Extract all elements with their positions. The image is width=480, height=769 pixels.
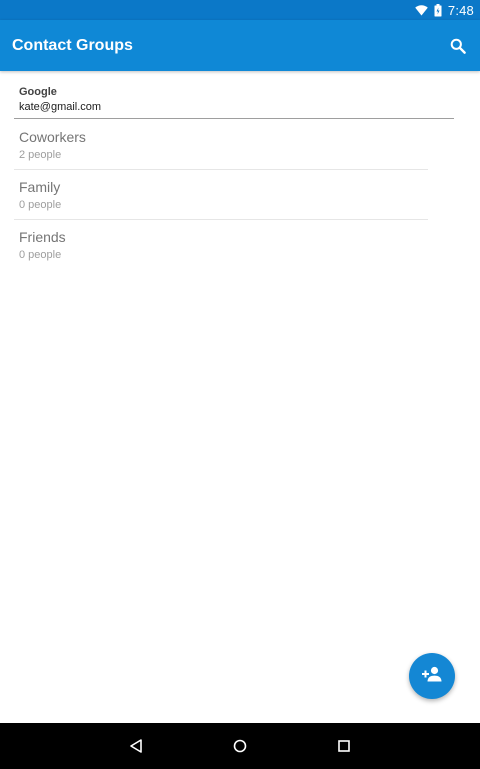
group-count: 2 people bbox=[19, 149, 62, 161]
account-type: Google bbox=[19, 86, 57, 98]
account-email: kate@gmail.com bbox=[19, 101, 102, 113]
group-count: 0 people bbox=[19, 249, 62, 261]
wifi-icon bbox=[415, 4, 428, 16]
group-count: 0 people bbox=[19, 199, 62, 211]
status-bar: 7:48 bbox=[0, 0, 480, 20]
battery-icon bbox=[434, 3, 442, 17]
group-name: Coworkers bbox=[19, 129, 86, 145]
group-name: Friends bbox=[19, 229, 66, 245]
account-header: Google kate@gmail.com bbox=[14, 85, 454, 119]
navigation-bar bbox=[0, 723, 480, 769]
group-item-family[interactable]: Family 0 people bbox=[14, 170, 428, 220]
add-person-icon bbox=[421, 666, 443, 687]
group-item-friends[interactable]: Friends 0 people bbox=[14, 220, 428, 270]
group-list: Coworkers 2 people Family 0 people Frien… bbox=[14, 120, 428, 270]
status-time: 7:48 bbox=[447, 2, 474, 18]
page-title: Contact Groups bbox=[12, 36, 133, 54]
recents-icon[interactable] bbox=[334, 736, 354, 756]
group-item-coworkers[interactable]: Coworkers 2 people bbox=[14, 120, 428, 170]
add-group-button[interactable] bbox=[409, 653, 455, 699]
search-icon[interactable] bbox=[446, 34, 470, 58]
home-icon[interactable] bbox=[230, 736, 250, 756]
app-bar: Contact Groups bbox=[0, 20, 480, 71]
back-icon[interactable] bbox=[126, 736, 146, 756]
group-name: Family bbox=[19, 179, 61, 195]
